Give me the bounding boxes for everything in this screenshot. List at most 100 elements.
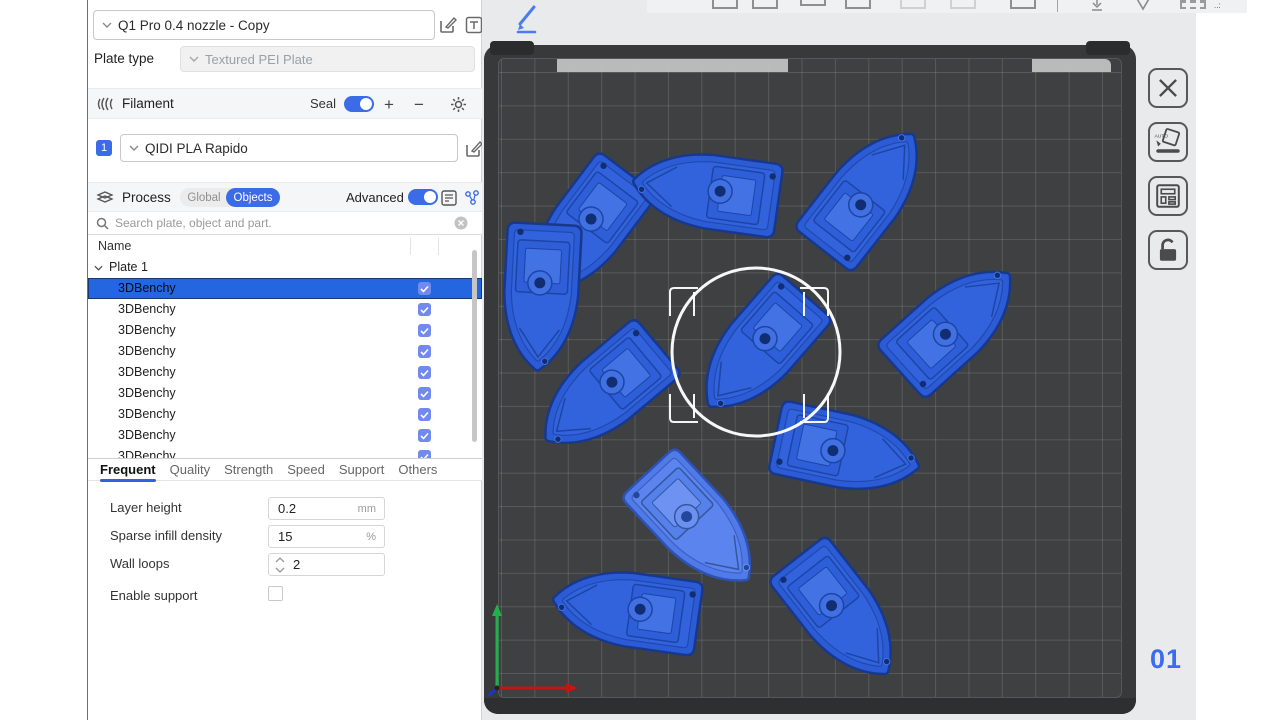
stepper-arrows-icon[interactable] bbox=[274, 556, 286, 574]
process-nodes-icon[interactable] bbox=[464, 189, 480, 207]
object-print-checkbox[interactable] bbox=[418, 450, 431, 458]
object-row[interactable]: 3DBenchy bbox=[88, 425, 482, 446]
process-section-header: Process Global Objects Advanced bbox=[88, 182, 482, 212]
tab-others[interactable]: Others bbox=[398, 462, 437, 477]
object-name: 3DBenchy bbox=[118, 365, 176, 379]
toolbar-icon-clipped[interactable] bbox=[1180, 0, 1206, 9]
toolbar-icon-clipped[interactable] bbox=[712, 0, 738, 9]
viewport-3d[interactable]: ..: bbox=[482, 0, 1280, 720]
process-scope-toggle[interactable]: Global Objects bbox=[180, 188, 280, 207]
toolbar-icon-clipped[interactable] bbox=[845, 0, 871, 9]
object-print-checkbox[interactable] bbox=[418, 366, 431, 379]
filament-spool-icon bbox=[96, 96, 114, 112]
toolbar-icon-clipped[interactable] bbox=[1057, 0, 1058, 12]
chevron-down-icon bbox=[129, 145, 139, 151]
layer-height-input[interactable]: 0.2 mm bbox=[268, 497, 385, 520]
object-print-checkbox[interactable] bbox=[418, 429, 431, 442]
auto-orient-button[interactable]: AUTO bbox=[1148, 122, 1188, 162]
toggle-knob bbox=[360, 98, 372, 110]
lock-plate-button[interactable] bbox=[1148, 230, 1188, 270]
tab-support[interactable]: Support bbox=[339, 462, 385, 477]
chevron-down-icon bbox=[189, 56, 199, 62]
printer-calibration-icon[interactable] bbox=[464, 15, 484, 35]
benchy-model[interactable] bbox=[500, 222, 582, 372]
filament-preset-value: QIDI PLA Rapido bbox=[145, 141, 248, 156]
toolbar-icon-clipped[interactable] bbox=[950, 0, 976, 9]
benchy-model[interactable] bbox=[876, 247, 1034, 400]
object-print-checkbox[interactable] bbox=[418, 408, 431, 421]
object-row[interactable]: 3DBenchy bbox=[88, 341, 482, 362]
object-print-checkbox[interactable] bbox=[418, 345, 431, 358]
list-scrollbar[interactable] bbox=[472, 250, 477, 442]
object-name: 3DBenchy bbox=[118, 386, 176, 400]
seal-toggle[interactable] bbox=[344, 96, 374, 112]
object-row[interactable]: 3DBenchy bbox=[88, 404, 482, 425]
process-tabs: Frequent Quality Strength Speed Support Other… bbox=[88, 458, 482, 481]
input-value: 15 bbox=[278, 529, 292, 544]
remove-filament-button[interactable]: − bbox=[410, 95, 428, 115]
toolbar-icon-clipped[interactable] bbox=[900, 0, 926, 9]
object-print-checkbox[interactable] bbox=[418, 303, 431, 316]
object-row[interactable]: 3DBenchy bbox=[88, 383, 482, 404]
filament-slot-badge: 1 bbox=[96, 140, 112, 156]
filament-preset-select[interactable]: QIDI PLA Rapido bbox=[120, 134, 458, 162]
toolbar-icon-clipped[interactable] bbox=[1090, 0, 1104, 11]
search-bar[interactable]: Search plate, object and part. bbox=[88, 212, 482, 235]
object-print-checkbox[interactable] bbox=[418, 282, 431, 295]
param-label: Wall loops bbox=[110, 556, 169, 571]
benchy-model[interactable] bbox=[768, 535, 917, 696]
right-panel-gap bbox=[1196, 0, 1280, 720]
object-row[interactable]: 3DBenchy bbox=[88, 446, 482, 458]
plate-number-label[interactable]: 01 bbox=[1150, 644, 1182, 675]
object-row[interactable]: 3DBenchy bbox=[88, 299, 482, 320]
tab-strength[interactable]: Strength bbox=[224, 462, 273, 477]
enable-support-checkbox[interactable] bbox=[268, 586, 283, 601]
object-print-checkbox[interactable] bbox=[418, 324, 431, 337]
add-filament-button[interactable]: + bbox=[380, 95, 398, 115]
delete-plate-button[interactable] bbox=[1148, 68, 1188, 108]
plate-group-row[interactable]: Plate 1 bbox=[88, 257, 482, 278]
scope-objects-option[interactable]: Objects bbox=[226, 188, 280, 207]
param-enable-support: Enable support bbox=[88, 585, 482, 609]
object-name: 3DBenchy bbox=[118, 323, 176, 337]
toolbar-icon-clipped[interactable] bbox=[1010, 0, 1036, 9]
benchy-model[interactable] bbox=[628, 144, 783, 238]
toolbar-icon-clipped[interactable] bbox=[1135, 0, 1151, 11]
benchy-model[interactable] bbox=[794, 112, 943, 273]
benchy-model[interactable] bbox=[768, 400, 927, 503]
scope-global-option[interactable]: Global bbox=[180, 192, 228, 204]
wall-loops-stepper[interactable]: 2 bbox=[268, 553, 385, 576]
search-clear-icon[interactable] bbox=[454, 216, 468, 230]
toolbar-icon-clipped[interactable] bbox=[800, 0, 826, 6]
tab-speed[interactable]: Speed bbox=[287, 462, 325, 477]
toolbar-icon-clipped[interactable] bbox=[752, 0, 778, 9]
plate-group-label: Plate 1 bbox=[109, 257, 148, 278]
input-unit: % bbox=[366, 531, 376, 543]
object-print-checkbox[interactable] bbox=[418, 387, 431, 400]
edit-filament-icon[interactable] bbox=[464, 139, 484, 159]
axis-gizmo bbox=[488, 558, 598, 708]
plate-type-select[interactable]: Textured PEI Plate bbox=[180, 46, 475, 72]
search-icon bbox=[96, 217, 109, 230]
edit-plate-name-icon[interactable] bbox=[510, 2, 542, 36]
infill-density-input[interactable]: 15 % bbox=[268, 525, 385, 548]
svg-text:AUTO: AUTO bbox=[1155, 134, 1169, 140]
object-list: Name Plate 1 3DBenchy3DBenchy3DBenchy3DB… bbox=[88, 236, 482, 458]
parameter-list-icon[interactable] bbox=[440, 189, 458, 207]
arrange-objects-button[interactable] bbox=[1148, 176, 1188, 216]
toolbar-tail-text: ..: bbox=[1214, 1, 1221, 10]
edit-printer-icon[interactable] bbox=[438, 15, 458, 35]
column-divider bbox=[438, 238, 439, 255]
advanced-toggle[interactable] bbox=[408, 189, 438, 205]
printer-preset-select[interactable]: Q1 Pro 0.4 nozzle - Copy bbox=[93, 10, 435, 40]
object-name: 3DBenchy bbox=[118, 302, 176, 316]
filament-settings-gear-icon[interactable] bbox=[450, 96, 467, 113]
object-name: 3DBenchy bbox=[118, 428, 176, 442]
object-row[interactable]: 3DBenchy bbox=[88, 362, 482, 383]
tab-frequent[interactable]: Frequent bbox=[100, 462, 156, 477]
param-layer-height: Layer height 0.2 mm bbox=[88, 497, 482, 521]
tab-quality[interactable]: Quality bbox=[170, 462, 210, 477]
object-row[interactable]: 3DBenchy bbox=[88, 320, 482, 341]
param-label: Layer height bbox=[110, 500, 182, 515]
object-row[interactable]: 3DBenchy bbox=[88, 278, 482, 299]
